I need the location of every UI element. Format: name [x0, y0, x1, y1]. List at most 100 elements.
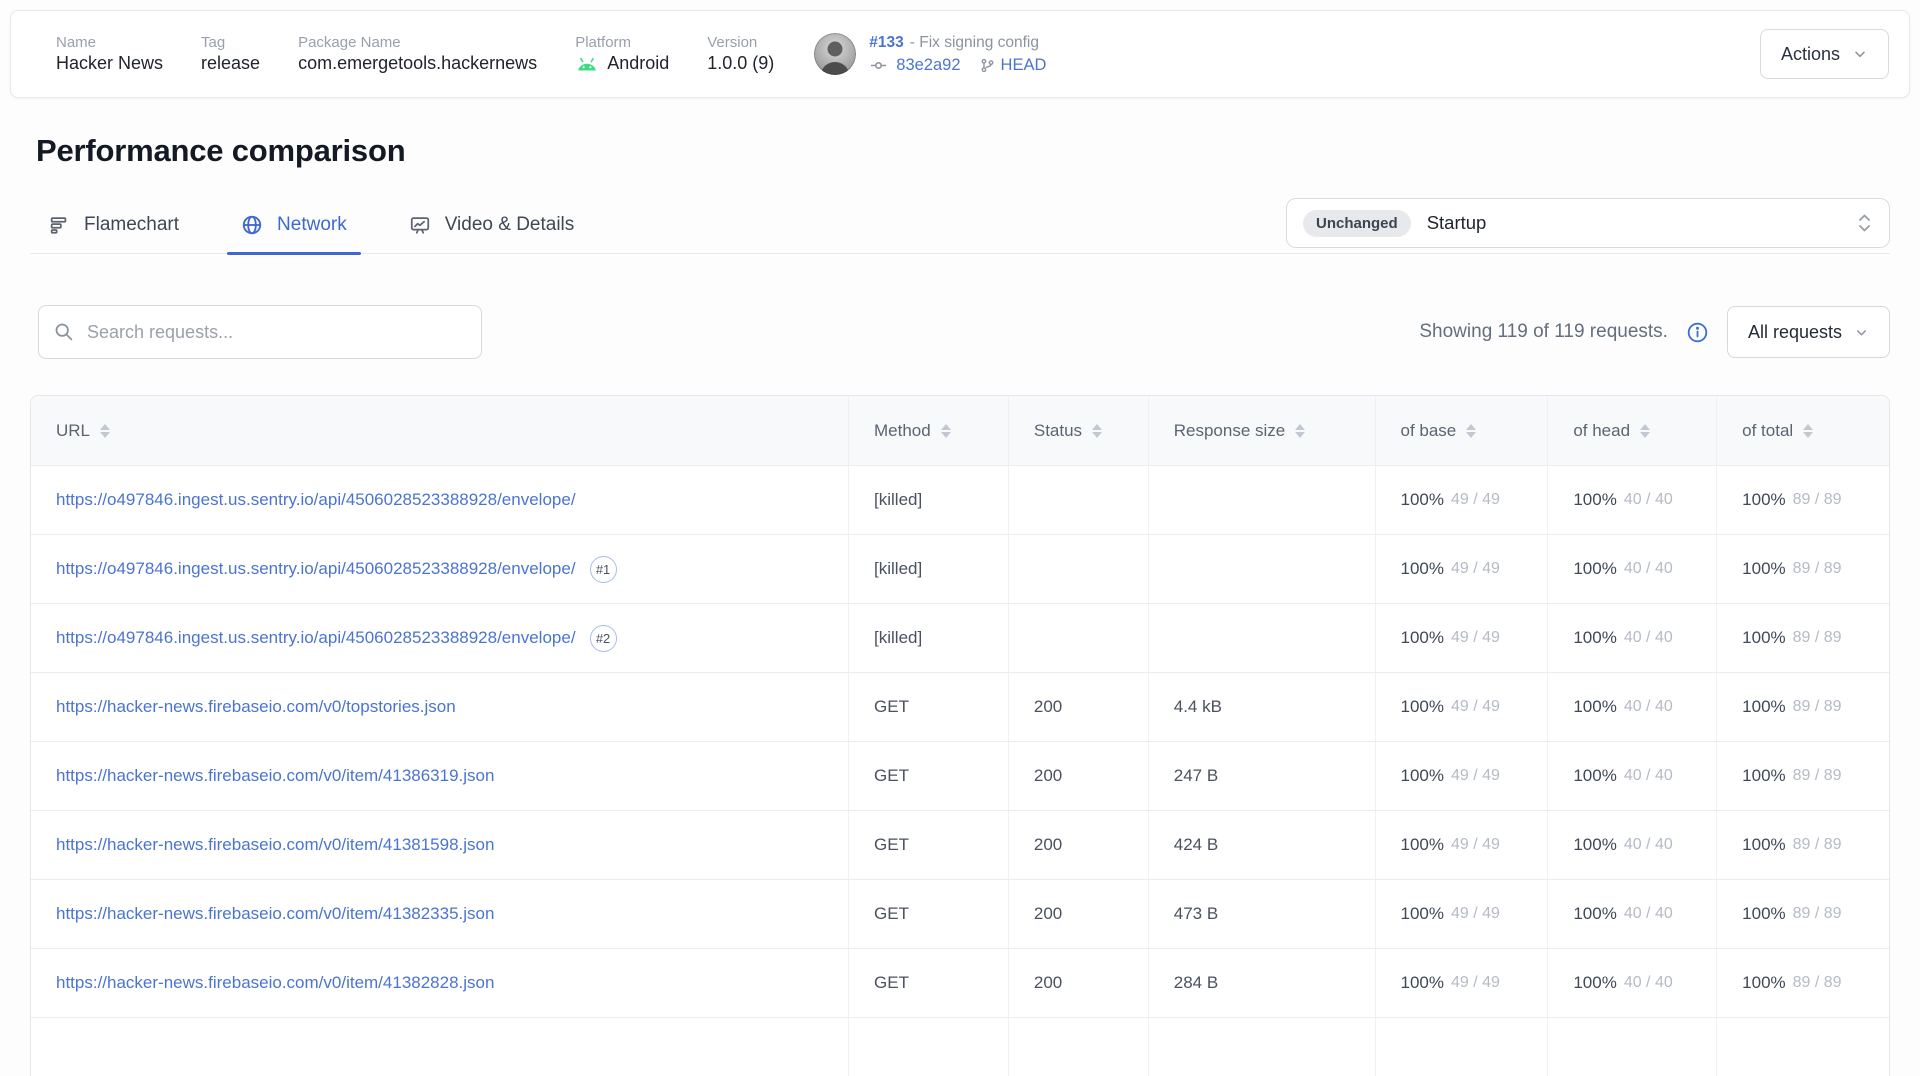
avatar [814, 33, 856, 75]
url-cell: https://o497846.ingest.us.sentry.io/api/… [31, 604, 848, 672]
requests-filter-button[interactable]: All requests [1727, 306, 1890, 358]
toolbar: Showing 119 of 119 requests. All request… [30, 305, 1890, 359]
git-commit-icon [869, 56, 888, 75]
request-url-link[interactable]: https://hacker-news.firebaseio.com/v0/to… [56, 697, 456, 717]
fraction-value: 89 / 89 [1793, 491, 1842, 509]
percent-value: 100% [1401, 766, 1444, 786]
metric-status-badge: Unchanged [1303, 210, 1411, 237]
of-head-cell: 100%40 / 40 [1547, 811, 1716, 879]
status-value: 200 [1034, 904, 1062, 924]
percent-value: 100% [1573, 973, 1616, 993]
metric-select[interactable]: Unchanged Startup [1286, 198, 1890, 248]
tab-flamechart[interactable]: Flamechart [34, 196, 193, 253]
field-version: Version 1.0.0 (9) [707, 34, 774, 74]
fraction-value: 89 / 89 [1793, 698, 1842, 716]
request-url-link[interactable]: https://hacker-news.firebaseio.com/v0/it… [56, 904, 494, 924]
column-header-response-size: Response size [1148, 396, 1375, 465]
fraction-value: 49 / 49 [1451, 974, 1500, 992]
request-url-link[interactable]: https://hacker-news.firebaseio.com/v0/it… [56, 766, 494, 786]
field-tag: Tag release [201, 34, 260, 74]
of-total-cell: 100%89 / 89 [1716, 535, 1889, 603]
percent-value: 100% [1401, 490, 1444, 510]
of-total-cell: 100%89 / 89 [1716, 604, 1889, 672]
commit-line: 83e2a92 HEAD [869, 56, 1046, 75]
percent-value: 100% [1573, 559, 1616, 579]
tab-video-details[interactable]: Video & Details [395, 196, 589, 253]
head-ref-link[interactable]: HEAD [1001, 56, 1047, 75]
video-details-icon [409, 214, 431, 236]
sort-icon[interactable] [1295, 424, 1305, 438]
status-cell [1008, 535, 1148, 603]
of-head-cell: 100%40 / 40 [1547, 466, 1716, 534]
fraction-value: 40 / 40 [1624, 629, 1673, 647]
info-icon[interactable] [1686, 321, 1709, 344]
build-commit-info: #133 - Fix signing config 83e2a92 [814, 33, 1046, 75]
fraction-value: 40 / 40 [1624, 905, 1673, 923]
percent-value: 100% [1573, 835, 1616, 855]
field-tag-value: release [201, 53, 260, 74]
empty-cell [1547, 1018, 1716, 1076]
pr-title: - Fix signing config [910, 34, 1039, 52]
column-header-response-size-label: Response size [1174, 421, 1286, 441]
field-name-label: Name [56, 34, 163, 51]
url-cell: https://hacker-news.firebaseio.com/v0/to… [31, 673, 848, 741]
request-url-link[interactable]: https://o497846.ingest.us.sentry.io/api/… [56, 628, 576, 648]
method-value: GET [874, 766, 909, 786]
sort-icon[interactable] [1092, 424, 1102, 438]
of-base-cell: 100%49 / 49 [1375, 466, 1548, 534]
sort-icon[interactable] [1640, 424, 1650, 438]
response-size-value: 284 B [1174, 973, 1218, 993]
url-cell: https://hacker-news.firebaseio.com/v0/it… [31, 880, 848, 948]
commit-hash-link[interactable]: 83e2a92 [896, 56, 960, 75]
search-input[interactable] [38, 305, 482, 359]
sort-icon[interactable] [1803, 424, 1813, 438]
empty-cell [31, 1018, 848, 1076]
of-total-cell: 100%89 / 89 [1716, 466, 1889, 534]
column-header-of-head: of head [1547, 396, 1716, 465]
field-package-value: com.emergetools.hackernews [298, 53, 537, 74]
url-cell: https://o497846.ingest.us.sentry.io/api/… [31, 535, 848, 603]
status-cell [1008, 466, 1148, 534]
fraction-value: 49 / 49 [1451, 767, 1500, 785]
percent-value: 100% [1401, 904, 1444, 924]
request-url-link[interactable]: https://hacker-news.firebaseio.com/v0/it… [56, 835, 494, 855]
response-size-cell: 4.4 kB [1148, 673, 1375, 741]
percent-value: 100% [1573, 904, 1616, 924]
column-header-method-label: Method [874, 421, 931, 441]
tab-network[interactable]: Network [227, 196, 361, 253]
of-head-cell: 100%40 / 40 [1547, 742, 1716, 810]
table-row: https://hacker-news.firebaseio.com/v0/it… [31, 879, 1889, 948]
fraction-value: 49 / 49 [1451, 698, 1500, 716]
sort-icon[interactable] [100, 424, 110, 438]
empty-cell [1148, 1018, 1375, 1076]
toolbar-right: Showing 119 of 119 requests. All request… [1419, 306, 1890, 358]
request-url-link[interactable]: https://o497846.ingest.us.sentry.io/api/… [56, 559, 576, 579]
pr-number-link[interactable]: #133 [869, 34, 903, 52]
request-url-link[interactable]: https://hacker-news.firebaseio.com/v0/it… [56, 973, 494, 993]
sort-icon[interactable] [941, 424, 951, 438]
actions-button[interactable]: Actions [1760, 29, 1889, 79]
status-cell: 200 [1008, 673, 1148, 741]
field-package-name: Package Name com.emergetools.hackernews [298, 34, 537, 74]
build-header-card: Name Hacker News Tag release Package Nam… [10, 10, 1910, 98]
empty-cell [1716, 1018, 1889, 1076]
percent-value: 100% [1742, 766, 1785, 786]
fraction-value: 49 / 49 [1451, 560, 1500, 578]
tab-network-label: Network [277, 214, 347, 236]
of-head-cell: 100%40 / 40 [1547, 604, 1716, 672]
response-size-value: 247 B [1174, 766, 1218, 786]
request-url-link[interactable]: https://o497846.ingest.us.sentry.io/api/… [56, 490, 576, 510]
field-version-value: 1.0.0 (9) [707, 53, 774, 74]
method-value: GET [874, 904, 909, 924]
percent-value: 100% [1742, 697, 1785, 717]
field-platform-value: Android [575, 53, 669, 74]
fraction-value: 40 / 40 [1624, 974, 1673, 992]
method-cell: GET [848, 811, 1008, 879]
column-header-of-head-label: of head [1573, 421, 1630, 441]
column-header-of-total: of total [1716, 396, 1889, 465]
network-requests-table: URL Method Status Response size of base … [30, 395, 1890, 1076]
percent-value: 100% [1742, 973, 1785, 993]
sort-icon[interactable] [1466, 424, 1476, 438]
of-head-cell: 100%40 / 40 [1547, 673, 1716, 741]
active-tab-underline [227, 252, 361, 255]
